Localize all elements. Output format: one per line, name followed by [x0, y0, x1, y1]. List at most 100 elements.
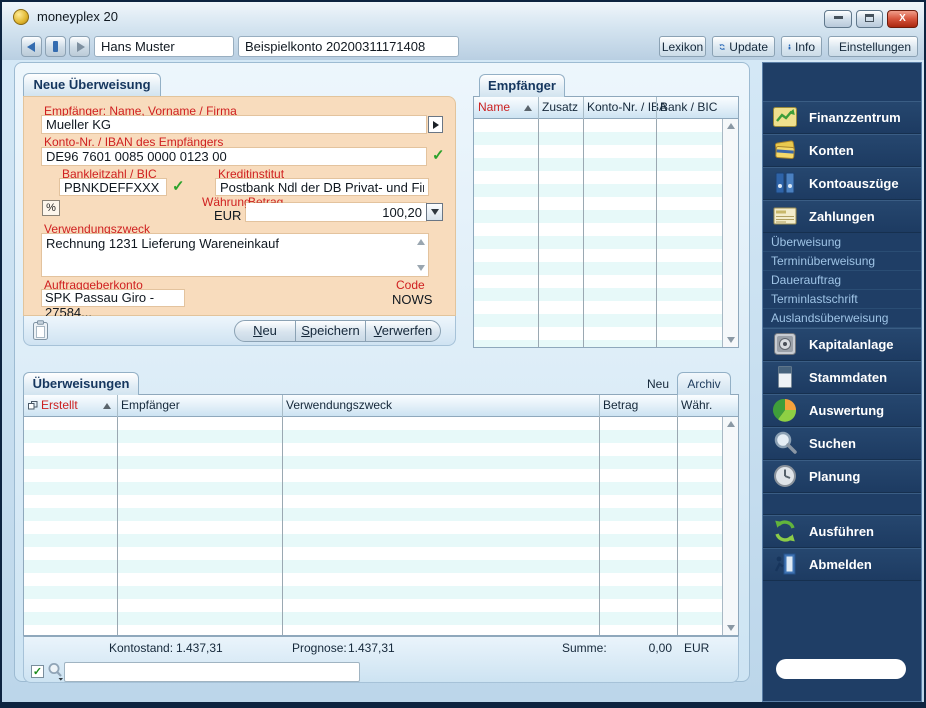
nav-back-button[interactable]	[21, 36, 42, 57]
new-transfer-form: Empfänger: Name, Vorname / Firma Konto-N…	[23, 96, 456, 316]
sidebar-subitem-terminlastschrift[interactable]: Terminlastschrift	[763, 290, 921, 309]
transfers-footer: Kontostand: 1.437,31 Prognose: 1.437,31 …	[23, 636, 739, 683]
transfers-table-header: Erstellt Empfänger Verwendungszweck Betr…	[24, 395, 738, 417]
minimize-icon	[834, 16, 843, 19]
transfers-mode-label[interactable]: Neu	[647, 377, 669, 391]
bic-input[interactable]	[60, 179, 166, 195]
search-filter-checkbox[interactable]: ✓	[31, 665, 44, 678]
magnifier-icon	[772, 430, 798, 456]
nav-pause-button[interactable]	[45, 36, 66, 57]
safe-icon	[772, 331, 798, 357]
new-button[interactable]: Neu	[234, 320, 296, 342]
lexikon-button[interactable]: Lexikon	[659, 36, 706, 57]
settings-button[interactable]: Einstellungen	[828, 36, 918, 57]
sidebar-item-label: Stammdaten	[809, 370, 887, 385]
info-button[interactable]: Info	[781, 36, 822, 57]
tab-recipients[interactable]: Empfänger	[479, 74, 565, 97]
recipients-col-bank[interactable]: Bank / BIC	[660, 100, 717, 114]
recipients-col-name[interactable]: Name	[478, 100, 510, 114]
scroll-up-icon[interactable]	[727, 123, 735, 129]
tab-archive[interactable]: Archiv	[677, 372, 731, 395]
transfers-col-betrag[interactable]: Betrag	[603, 398, 638, 412]
sidebar-item-finanzzentrum[interactable]: Finanzzentrum	[763, 101, 921, 134]
scroll-down-icon[interactable]	[417, 265, 425, 271]
transfers-col-waehrung[interactable]: Währ.	[681, 398, 712, 412]
recipient-input[interactable]	[42, 116, 426, 133]
purpose-textarea[interactable]: Rechnung 1231 Lieferung Wareneinkauf	[42, 234, 428, 276]
recipient-picker-button[interactable]	[428, 116, 443, 133]
chart-icon	[772, 104, 798, 130]
transfers-table: Erstellt Empfänger Verwendungszweck Betr…	[23, 394, 739, 636]
sidebar-item-suchen[interactable]: Suchen	[763, 427, 921, 460]
sidebar-item-kontoauszuege[interactable]: Kontoauszüge	[763, 167, 921, 200]
sidebar-subitem-auslandsueberweisung[interactable]: Auslandsüberweisung	[763, 309, 921, 328]
discard-button-label: Verwerfen	[366, 321, 440, 341]
currency-label: Währung	[202, 195, 251, 209]
amount-input[interactable]	[246, 203, 426, 221]
iban-input[interactable]	[42, 148, 426, 165]
close-button[interactable]: X	[887, 10, 918, 28]
nav-forward-button[interactable]	[69, 36, 90, 57]
balance-value: 1.437,31	[176, 641, 223, 655]
ordering-account-value[interactable]: SPK Passau Giro - 27584...	[42, 290, 184, 306]
logout-door-icon	[772, 551, 798, 577]
account-field[interactable]	[238, 36, 459, 57]
iban-label: Konto-Nr. / IBAN des Empfängers	[44, 135, 223, 149]
transfers-scrollbar[interactable]	[722, 417, 738, 635]
minimize-button[interactable]	[824, 10, 852, 28]
tab-transfers[interactable]: Überweisungen	[23, 372, 139, 395]
search-input[interactable]	[64, 662, 360, 682]
column-divider	[583, 97, 584, 119]
recipients-table-body[interactable]	[474, 119, 722, 347]
sidebar-item-konten[interactable]: Konten	[763, 134, 921, 167]
scroll-up-icon[interactable]	[727, 421, 735, 427]
transfers-table-body[interactable]	[24, 417, 722, 635]
column-divider	[282, 395, 283, 417]
transfers-col-empfaenger[interactable]: Empfänger	[121, 398, 180, 412]
sidebar-item-zahlungen[interactable]: Zahlungen	[763, 200, 921, 233]
scroll-up-icon[interactable]	[417, 239, 425, 245]
right-arrow-icon	[433, 121, 439, 129]
forward-arrow-icon	[77, 42, 85, 52]
clipboard-icon[interactable]	[32, 320, 49, 341]
sidebar-item-label: Kontoauszüge	[809, 176, 899, 191]
forecast-label: Prognose:	[292, 641, 347, 655]
search-icon[interactable]	[47, 662, 64, 681]
card-index-icon	[772, 364, 798, 390]
scroll-down-icon[interactable]	[727, 625, 735, 631]
recipients-scrollbar[interactable]	[722, 119, 738, 347]
payment-form-icon	[772, 203, 798, 229]
sidebar-subitem-terminueberweisung[interactable]: Terminüberweisung	[763, 252, 921, 271]
update-refresh-icon	[719, 40, 725, 54]
maximize-button[interactable]	[856, 10, 883, 28]
transfers-col-verwendungszweck[interactable]: Verwendungszweck	[286, 398, 392, 412]
column-divider	[677, 417, 678, 635]
sidebar-subitem-ueberweisung[interactable]: Überweisung	[763, 233, 921, 252]
user-field[interactable]	[94, 36, 234, 57]
sidebar-spacer	[763, 63, 921, 101]
save-button[interactable]: Speichern	[295, 320, 366, 342]
chevron-down-icon	[431, 209, 439, 215]
recipients-col-zusatz[interactable]: Zusatz	[542, 100, 578, 114]
sidebar-item-kapitalanlage[interactable]: Kapitalanlage	[763, 328, 921, 361]
sidebar-item-label: Finanzzentrum	[809, 110, 901, 125]
discard-button[interactable]: Verwerfen	[365, 320, 441, 342]
bank-input[interactable]	[216, 179, 428, 195]
save-button-label: Speichern	[296, 321, 365, 341]
transfers-col-erstellt[interactable]: Erstellt	[41, 398, 78, 412]
column-divider	[117, 417, 118, 635]
sidebar-item-auswertung[interactable]: Auswertung	[763, 394, 921, 427]
scroll-down-icon[interactable]	[727, 337, 735, 343]
sidebar-item-label: Abmelden	[809, 557, 872, 572]
title-bar[interactable]: moneyplex 20 X	[2, 2, 924, 32]
update-button[interactable]: Update	[712, 36, 775, 57]
recipients-table-header: Name Zusatz Konto-Nr. / IBA Bank / BIC	[474, 97, 738, 119]
amount-dropdown-button[interactable]	[426, 203, 443, 221]
tab-new-transfer[interactable]: Neue Überweisung	[23, 73, 161, 96]
sidebar-item-ausfuehren[interactable]: Ausführen	[763, 515, 921, 548]
sidebar-subitem-dauerauftrag[interactable]: Dauerauftrag	[763, 271, 921, 290]
percent-button[interactable]: %	[42, 200, 60, 216]
sidebar-item-abmelden[interactable]: Abmelden	[763, 548, 921, 581]
sidebar-item-planung[interactable]: Planung	[763, 460, 921, 493]
sidebar-item-stammdaten[interactable]: Stammdaten	[763, 361, 921, 394]
